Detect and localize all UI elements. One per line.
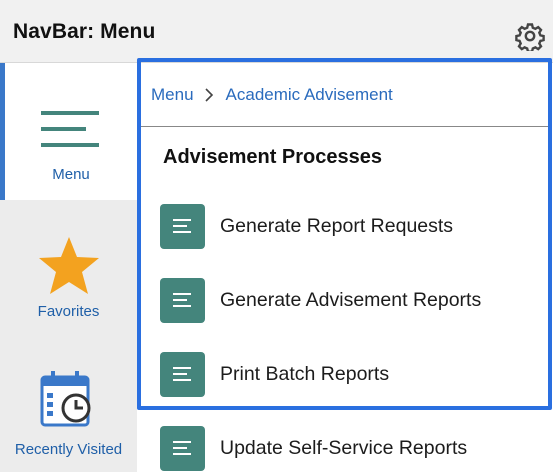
navbar-header: NavBar: Menu — [0, 0, 553, 63]
process-item-label: Update Self-Service Reports — [220, 436, 468, 459]
hamburger-menu-icon — [41, 111, 99, 147]
navbar-title: NavBar: Menu — [13, 20, 156, 43]
sidebar-item-label: Favorites — [37, 303, 100, 320]
breadcrumb-menu-link[interactable]: Menu — [151, 85, 194, 105]
process-item-print-batch-reports[interactable]: Print Batch Reports — [160, 351, 540, 397]
breadcrumb-divider — [141, 126, 549, 127]
sidebar-item-menu[interactable]: Menu — [0, 63, 137, 200]
chevron-right-icon — [204, 88, 213, 102]
process-item-generate-advisement-reports[interactable]: Generate Advisement Reports — [160, 277, 540, 323]
process-item-generate-report-requests[interactable]: Generate Report Requests — [160, 203, 540, 249]
sidebar-item-favorites[interactable]: Favorites — [0, 200, 137, 337]
sidebar-item-label: Recently Visited — [14, 441, 123, 458]
process-item-label: Generate Report Requests — [220, 214, 454, 237]
process-item-label: Generate Advisement Reports — [220, 288, 482, 311]
process-item-update-self-service-reports[interactable]: Update Self-Service Reports — [160, 425, 540, 471]
navbar-sidebar: Menu Favorites Recently Visited — [0, 63, 137, 472]
section-title: Advisement Processes — [163, 146, 383, 168]
breadcrumb-current[interactable]: Academic Advisement — [226, 85, 393, 105]
document-lines-icon — [160, 203, 205, 249]
process-item-label: Print Batch Reports — [220, 362, 390, 385]
gear-icon[interactable] — [515, 21, 545, 51]
calendar-clock-icon — [40, 371, 91, 427]
sidebar-item-label: Menu — [52, 166, 90, 183]
document-lines-icon — [160, 277, 205, 323]
sidebar-item-recently-visited[interactable]: Recently Visited — [0, 337, 137, 472]
document-lines-icon — [160, 425, 205, 471]
document-lines-icon — [160, 351, 205, 397]
star-icon — [39, 237, 99, 294]
breadcrumb: Menu Academic Advisement — [151, 85, 393, 105]
menu-panel — [137, 63, 553, 472]
